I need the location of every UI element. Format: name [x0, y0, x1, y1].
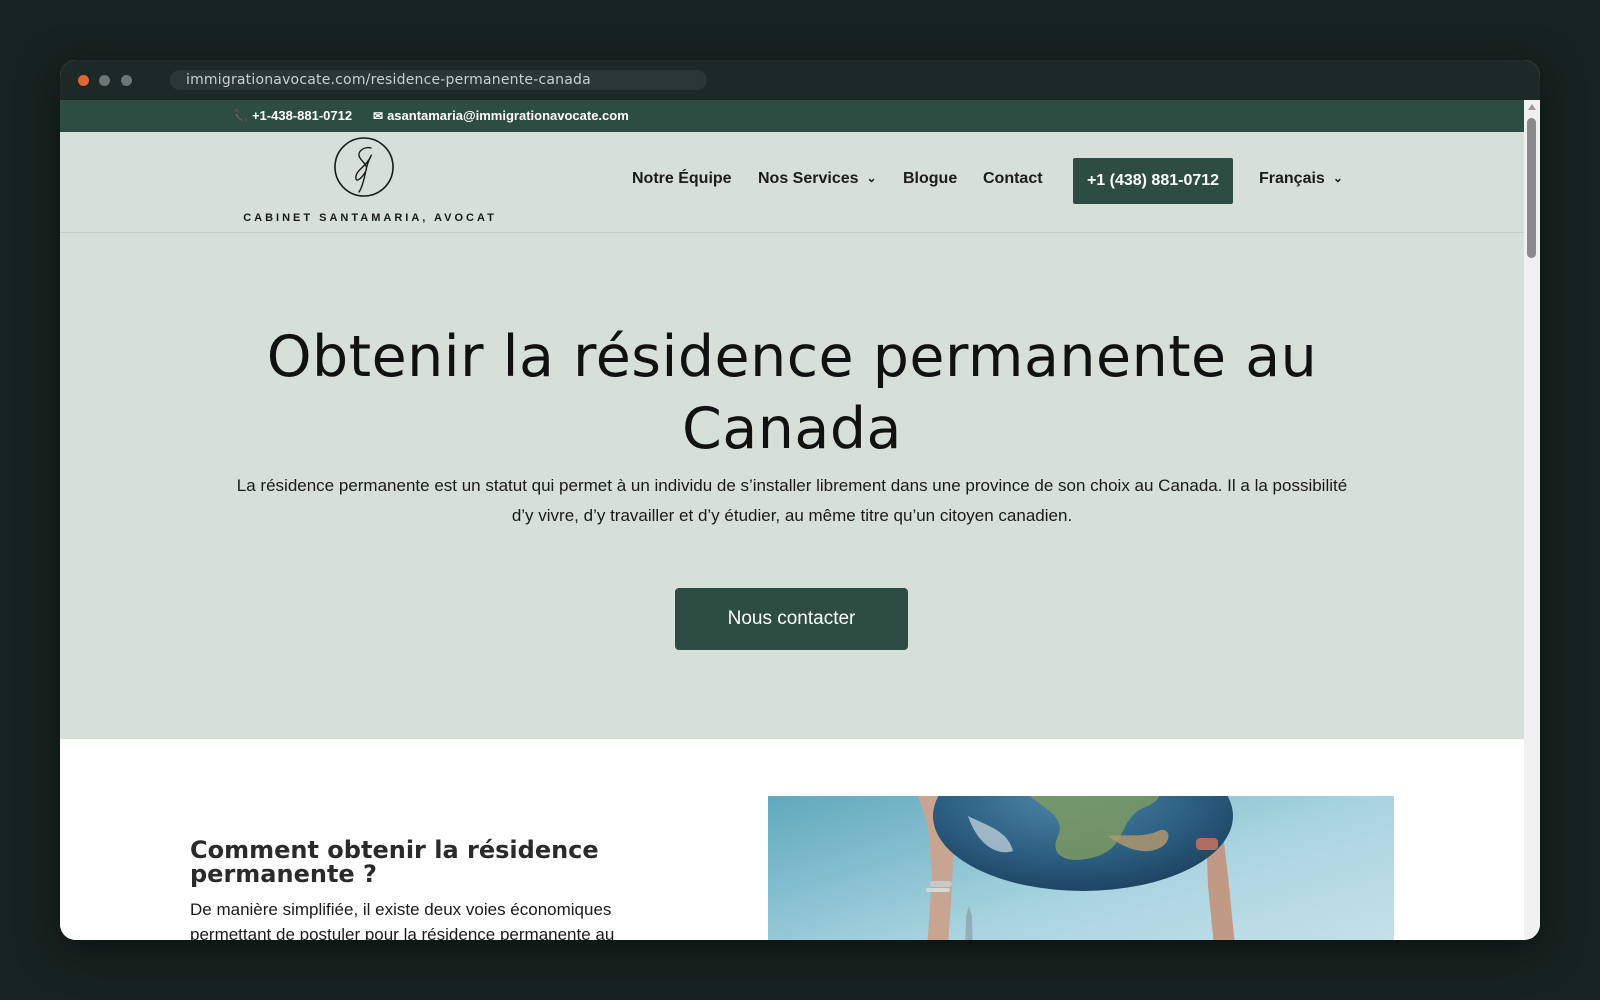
topbar-phone-link[interactable]: 📞 +1-438-881-0712 — [233, 100, 352, 132]
section-heading: Comment obtenir la résidence permanente … — [190, 836, 599, 888]
nav-language-selector[interactable]: Français ⌄ — [1259, 170, 1343, 188]
page-title: Obtenir la résidence permanente au Canad… — [266, 324, 1318, 462]
topbar-email-text: asantamaria@immigrationavocate.com — [387, 108, 629, 123]
chevron-down-icon: ⌄ — [866, 171, 877, 185]
maximize-window-button[interactable] — [121, 75, 132, 86]
browser-titlebar: immigrationavocate.com/residence-permane… — [60, 60, 1540, 100]
nav-language-label: Français — [1259, 170, 1325, 187]
page-viewport: 📞 +1-438-881-0712 ✉ asantamaria@immigrat… — [60, 100, 1524, 940]
site-header: CABINET SANTAMARIA, AVOCAT Notre Équipe … — [60, 132, 1524, 233]
chevron-down-icon: ⌄ — [1332, 171, 1343, 185]
close-window-button[interactable] — [78, 75, 89, 86]
topbar-phone-text: +1-438-881-0712 — [251, 108, 353, 123]
contact-topbar: 📞 +1-438-881-0712 ✉ asantamaria@immigrat… — [60, 100, 1524, 132]
hero-section: Obtenir la résidence permanente au Canad… — [60, 233, 1524, 739]
phone-icon: 📞 — [233, 109, 248, 123]
nav-contact[interactable]: Contact — [983, 170, 1043, 188]
section-paragraph: De manière simplifiée, il existe deux vo… — [190, 900, 615, 940]
envelope-icon: ✉ — [373, 109, 384, 123]
page-scrollbar[interactable] — [1524, 100, 1540, 940]
logo-monogram-icon — [334, 137, 394, 197]
scrollbar-thumb[interactable] — [1527, 118, 1536, 258]
globe-hands-image — [768, 796, 1394, 940]
nav-blogue[interactable]: Blogue — [903, 170, 957, 188]
scroll-up-arrow-icon[interactable] — [1528, 104, 1536, 110]
site-logo[interactable]: CABINET SANTAMARIA, AVOCAT — [240, 136, 500, 230]
address-bar[interactable]: immigrationavocate.com/residence-permane… — [170, 70, 707, 90]
logo-text: CABINET SANTAMARIA, AVOCAT — [243, 212, 497, 224]
nav-nos-services-label: Nos Services — [758, 170, 859, 187]
browser-window: immigrationavocate.com/residence-permane… — [60, 60, 1540, 940]
header-phone-button[interactable]: +1 (438) 881-0712 — [1073, 158, 1233, 204]
hero-description: La résidence permanente est un statut qu… — [236, 476, 1348, 525]
how-to-section: Comment obtenir la résidence permanente … — [60, 739, 1524, 940]
minimize-window-button[interactable] — [99, 75, 110, 86]
nav-nos-services[interactable]: Nos Services ⌄ — [758, 170, 877, 188]
nav-notre-equipe[interactable]: Notre Équipe — [632, 170, 732, 188]
contact-us-button[interactable]: Nous contacter — [675, 588, 908, 650]
topbar-email-link[interactable]: ✉ asantamaria@immigrationavocate.com — [373, 100, 629, 132]
